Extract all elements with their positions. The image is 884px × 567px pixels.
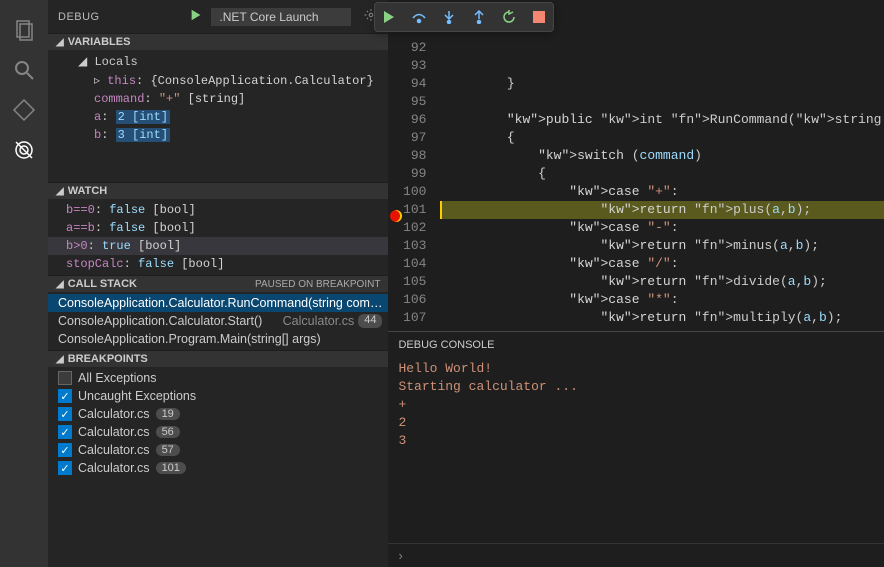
variables-header[interactable]: ◢ VARIABLES — [48, 34, 388, 50]
checkbox-icon[interactable]: ✓ — [58, 407, 72, 421]
search-icon[interactable] — [0, 50, 48, 90]
code-line[interactable]: "kw">return "fn">plus(a,b); — [440, 201, 884, 219]
code-line[interactable] — [440, 57, 884, 75]
stack-frame[interactable]: ConsoleApplication.Calculator.Start()Cal… — [48, 312, 388, 330]
watch-header[interactable]: ◢ WATCH — [48, 183, 388, 199]
chevron-down-icon: ◢ — [56, 354, 64, 365]
debug-console-output: Hello World!Starting calculator ...+23 — [388, 358, 884, 543]
checkbox-icon[interactable]: ✓ — [58, 389, 72, 403]
debug-console-panel: DEBUG CONSOLE ✕ Hello World!Starting cal… — [388, 331, 884, 567]
step-out-icon[interactable] — [471, 9, 487, 25]
chevron-down-icon: ◢ — [56, 186, 64, 197]
repl-prompt: › — [398, 548, 402, 563]
code-line[interactable]: "kw">case "-": — [440, 219, 884, 237]
code-line[interactable]: "kw">switch (command) — [440, 147, 884, 165]
code-line[interactable]: "kw">case "*": — [440, 291, 884, 309]
callstack-status: PAUSED ON BREAKPOINT — [255, 279, 380, 290]
checkbox-icon[interactable]: ✓ — [58, 425, 72, 439]
watch-row[interactable]: b==0: false [bool] — [48, 201, 388, 219]
debug-icon[interactable] — [0, 130, 48, 170]
breakpoint-row[interactable]: All Exceptions — [48, 369, 388, 387]
step-over-icon[interactable] — [411, 9, 427, 25]
editor-area: ✕ 92939495969798991001011021031041051061… — [388, 0, 884, 567]
code-line[interactable]: "kw">case "+": — [440, 183, 884, 201]
console-line: Hello World! — [398, 360, 884, 378]
variable-row[interactable]: command: "+" [string] — [48, 90, 388, 108]
watch-row[interactable]: stopCalc: false [bool] — [48, 255, 388, 273]
console-line: 2 — [398, 414, 884, 432]
watch-title: WATCH — [68, 185, 108, 197]
debug-toolbar[interactable] — [374, 2, 554, 32]
breakpoints-header[interactable]: ◢ BREAKPOINTS — [48, 351, 388, 367]
chevron-down-icon: ◢ — [56, 37, 64, 48]
variables-title: VARIABLES — [68, 36, 131, 48]
callstack-title: CALL STACK — [68, 278, 137, 290]
debug-console-header: DEBUG CONSOLE ✕ — [388, 332, 884, 358]
activity-bar — [0, 0, 48, 567]
variable-row[interactable]: b: 3 [int] — [48, 126, 388, 144]
scm-icon[interactable] — [0, 90, 48, 130]
step-into-icon[interactable] — [441, 9, 457, 25]
breakpoint-row[interactable]: ✓Calculator.cs19 — [48, 405, 388, 423]
watch-row[interactable]: b>0: true [bool] — [48, 237, 388, 255]
watch-row[interactable]: a==b: false [bool] — [48, 219, 388, 237]
restart-icon[interactable] — [501, 9, 517, 25]
code-line[interactable]: { — [440, 165, 884, 183]
start-debug-icon[interactable] — [189, 8, 203, 25]
debug-title: DEBUG — [58, 11, 181, 23]
stack-frame[interactable]: ConsoleApplication.Program.Main(string[]… — [48, 330, 388, 348]
console-line: 3 — [398, 432, 884, 450]
debug-console-title: DEBUG CONSOLE — [398, 339, 884, 351]
line-gutter: 9293949596979899100101102103104105106107 — [388, 39, 440, 331]
watch-section: ◢ WATCH b==0: false [bool]a==b: false [b… — [48, 182, 388, 275]
variable-row[interactable]: a: 2 [int] — [48, 108, 388, 126]
checkbox-icon[interactable]: ✓ — [58, 461, 72, 475]
console-line: Starting calculator ... — [398, 378, 884, 396]
checkbox-icon[interactable]: ✓ — [58, 443, 72, 457]
code-line[interactable]: "kw">public "kw">int "fn">RunCommand("kw… — [440, 111, 884, 129]
code-editor[interactable]: 9293949596979899100101102103104105106107… — [388, 33, 884, 331]
explorer-icon[interactable] — [0, 10, 48, 50]
debug-header: DEBUG .NET Core Launch ▾ — [48, 0, 388, 33]
code-lines[interactable]: } "kw">public "kw">int "fn">RunCommand("… — [440, 39, 884, 331]
checkbox-icon[interactable] — [58, 371, 72, 385]
variables-section: ◢ VARIABLES ◢ Locals ▹ this: {ConsoleApp… — [48, 33, 388, 146]
debug-sidebar: DEBUG .NET Core Launch ▾ ◢ VARIABLES ◢ L… — [48, 0, 388, 567]
code-line[interactable] — [440, 93, 884, 111]
continue-icon[interactable] — [381, 9, 397, 25]
code-line[interactable]: "kw">return "fn">minus(a,b); — [440, 237, 884, 255]
debug-config-select[interactable]: .NET Core Launch — [211, 8, 351, 26]
code-line[interactable]: "kw">case "/": — [440, 255, 884, 273]
stop-icon[interactable] — [531, 9, 547, 25]
code-line[interactable]: { — [440, 129, 884, 147]
code-line[interactable] — [440, 39, 884, 57]
console-line: + — [398, 396, 884, 414]
debug-console-input[interactable]: › — [388, 543, 884, 567]
stack-frame[interactable]: ConsoleApplication.Calculator.RunCommand… — [48, 294, 388, 312]
code-line[interactable]: "kw">return "fn">divide(a,b); — [440, 273, 884, 291]
breakpoint-row[interactable]: ✓Calculator.cs57 — [48, 441, 388, 459]
variables-scope[interactable]: ◢ Locals — [48, 52, 388, 71]
breakpoint-row[interactable]: ✓Calculator.cs56 — [48, 423, 388, 441]
breakpoint-row[interactable]: ✓Uncaught Exceptions — [48, 387, 388, 405]
callstack-header[interactable]: ◢ CALL STACK PAUSED ON BREAKPOINT — [48, 276, 388, 292]
callstack-section: ◢ CALL STACK PAUSED ON BREAKPOINT Consol… — [48, 275, 388, 350]
breakpoints-title: BREAKPOINTS — [68, 353, 148, 365]
code-line[interactable]: "kw">return "fn">multiply(a,b); — [440, 309, 884, 327]
breakpoint-row[interactable]: ✓Calculator.cs101 — [48, 459, 388, 477]
chevron-down-icon: ◢ — [56, 279, 64, 290]
breakpoints-section: ◢ BREAKPOINTS All Exceptions✓Uncaught Ex… — [48, 350, 388, 479]
code-line[interactable]: } — [440, 75, 884, 93]
variable-row[interactable]: ▹ this: {ConsoleApplication.Calculator} — [48, 71, 388, 90]
